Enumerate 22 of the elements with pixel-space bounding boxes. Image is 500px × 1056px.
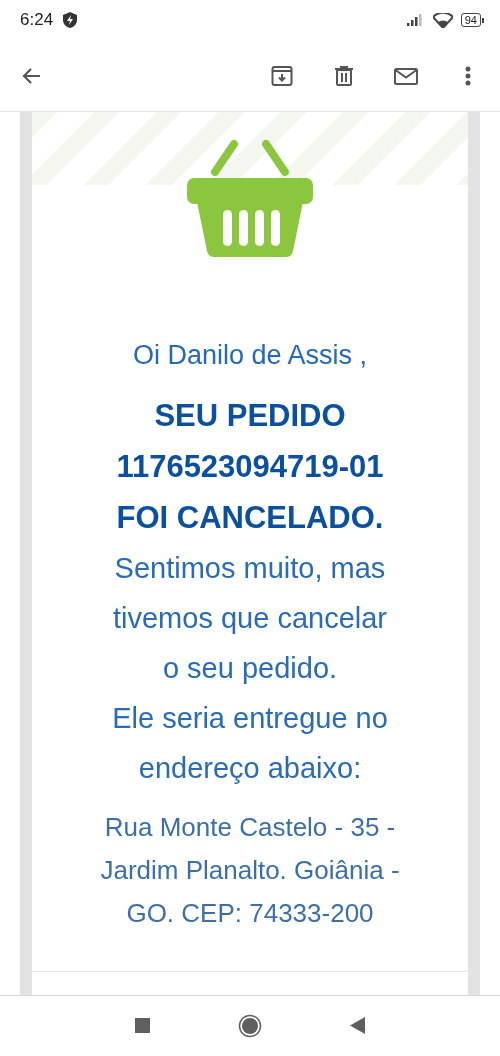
message-line: tivemos que cancelar — [112, 601, 388, 636]
address-line: Rua Monte Castelo - 35 - — [103, 811, 397, 844]
archive-icon — [270, 63, 294, 88]
shield-icon — [63, 12, 78, 28]
headline-line: 1176523094719-01 — [115, 448, 385, 486]
address-line: Jardim Planalto. Goiânia - — [99, 854, 401, 887]
message-line: o seu pedido. — [161, 651, 339, 686]
back-nav-button[interactable] — [350, 1017, 365, 1034]
headline-line: FOI CANCELADO. — [115, 499, 385, 537]
message-line: endereço abaixo: — [137, 751, 363, 786]
home-button[interactable] — [238, 1013, 262, 1038]
message-line: Ele seria entregue no — [111, 701, 389, 736]
signal-icon — [406, 14, 425, 26]
clock-time: 6:24 — [20, 10, 54, 30]
shopping-basket-icon — [185, 140, 315, 260]
wifi-icon — [432, 12, 453, 28]
message-line: Sentimos muito, mas — [113, 551, 387, 586]
address-line: GO. CEP: 74333-200 — [125, 897, 375, 930]
greeting-text: Oi Danilo de Assis , — [131, 339, 369, 372]
battery-icon: 94 — [460, 13, 484, 27]
headline-line: SEU PEDIDO — [153, 397, 347, 435]
trash-icon — [332, 63, 356, 88]
